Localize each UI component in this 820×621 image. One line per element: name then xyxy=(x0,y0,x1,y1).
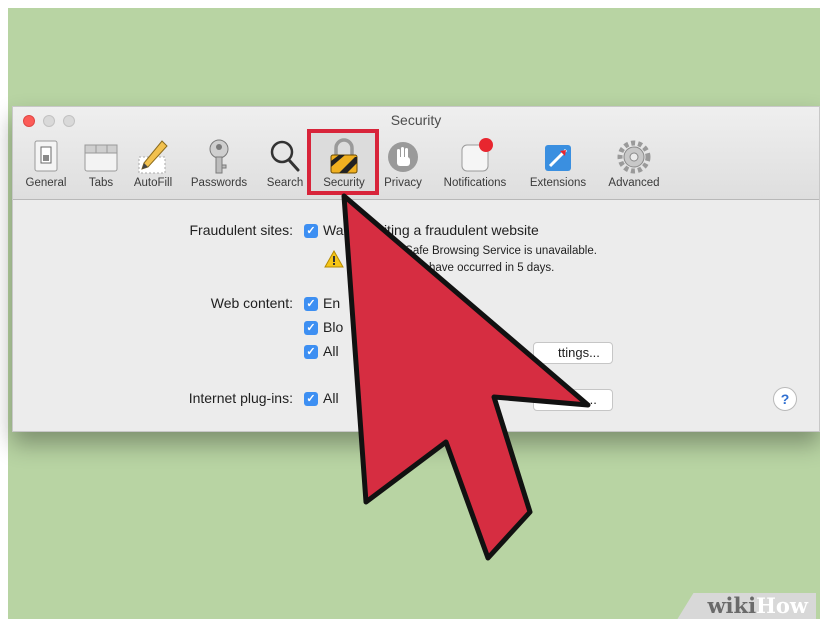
tabs-icon xyxy=(84,144,118,172)
toolbar-item-passwords[interactable]: Passwords xyxy=(185,133,253,193)
block-popups-checkbox[interactable]: ✓ xyxy=(304,321,318,335)
toolbar-item-advanced[interactable]: Advanced xyxy=(599,133,669,193)
fraudulent-sites-label: Fraudulent sites: xyxy=(189,222,294,238)
safe-browsing-note-2: have occurred in 5 days. xyxy=(429,262,555,274)
notifications-icon xyxy=(461,138,493,172)
plugins-option: All xyxy=(323,390,339,406)
internet-plugins-label: Internet plug-ins: xyxy=(188,390,293,406)
preferences-window: Security General Tabs AutoFill Passwords… xyxy=(12,106,820,432)
web-option-1: En xyxy=(323,295,341,311)
toolbar-label: Tabs xyxy=(88,177,114,189)
toolbar-item-general[interactable]: General xyxy=(19,133,73,193)
webgl-settings-button[interactable]: ttings... xyxy=(533,342,613,364)
wikihow-watermark: wikiHow xyxy=(677,593,816,619)
watermark-suffix: How xyxy=(756,593,808,618)
puzzle-icon xyxy=(545,145,571,171)
toolbar-label: AutoFill xyxy=(133,177,173,189)
toolbar-item-extensions[interactable]: Extensions xyxy=(521,133,595,193)
allow-plugins-checkbox[interactable]: ✓ xyxy=(304,392,318,406)
key-icon xyxy=(209,139,229,174)
window-title: Security xyxy=(390,112,442,128)
fraud-warning-option: Wa en visiting a fraudulent website xyxy=(323,222,539,238)
toolbar-label: Notifications xyxy=(443,177,507,189)
toolbar-item-autofill[interactable]: AutoFill xyxy=(125,133,181,193)
toolbar-label: Extensions xyxy=(529,177,587,189)
toolbar-label: Security xyxy=(323,177,365,189)
toolbar-item-search[interactable]: Search xyxy=(261,133,309,193)
security-pane: Fraudulent sites: ✓ Wa en visiting a fra… xyxy=(13,200,819,430)
magnifier-icon xyxy=(270,140,300,172)
help-button[interactable]: ? xyxy=(773,387,797,411)
toolbar-item-security[interactable]: Security xyxy=(313,133,375,193)
plugin-settings-button[interactable]: ... xyxy=(533,389,613,411)
web-option-2: Blo xyxy=(323,319,344,335)
toolbar-label: Passwords xyxy=(190,177,248,189)
pencil-icon xyxy=(138,140,168,174)
toolbar-label: General xyxy=(25,177,67,189)
toolbar-label: Search xyxy=(266,177,304,189)
watermark-prefix: wiki xyxy=(707,593,757,618)
toolbar: Security General Tabs AutoFill Passwords… xyxy=(13,107,819,200)
safe-browsing-note: le Safe Browsing Service is unavailable. xyxy=(393,245,597,257)
fraud-warning-checkbox[interactable]: ✓ xyxy=(304,224,318,238)
lock-icon xyxy=(330,138,358,174)
allow-webgl-checkbox[interactable]: ✓ xyxy=(304,345,318,359)
web-content-label: Web content: xyxy=(210,295,293,311)
hand-icon xyxy=(388,142,418,172)
enable-javascript-checkbox[interactable]: ✓ xyxy=(304,297,318,311)
toolbar-item-privacy[interactable]: Privacy xyxy=(379,133,427,193)
toolbar-item-tabs[interactable]: Tabs xyxy=(81,133,121,193)
gear-icon xyxy=(617,140,651,174)
toolbar-item-notifications[interactable]: Notifications xyxy=(433,133,517,193)
warning-icon xyxy=(324,250,344,268)
toolbar-label: Advanced xyxy=(608,177,660,189)
general-switch-icon xyxy=(34,140,58,172)
toolbar-label: Privacy xyxy=(384,177,422,189)
web-option-3: All xyxy=(323,343,339,359)
